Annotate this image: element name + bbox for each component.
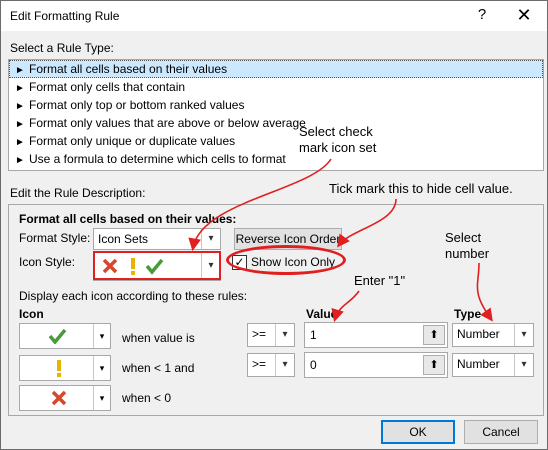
arrow-to-type-select bbox=[476, 262, 493, 322]
edit-formatting-rule-dialog: Edit Formatting Rule ? ✕ Select a Rule T… bbox=[0, 0, 548, 450]
arrow-to-show-icon-only bbox=[337, 198, 397, 248]
annotation-arrows bbox=[188, 158, 493, 323]
arrow-to-value-input bbox=[331, 290, 360, 323]
arrow-to-icon-style bbox=[188, 158, 332, 252]
